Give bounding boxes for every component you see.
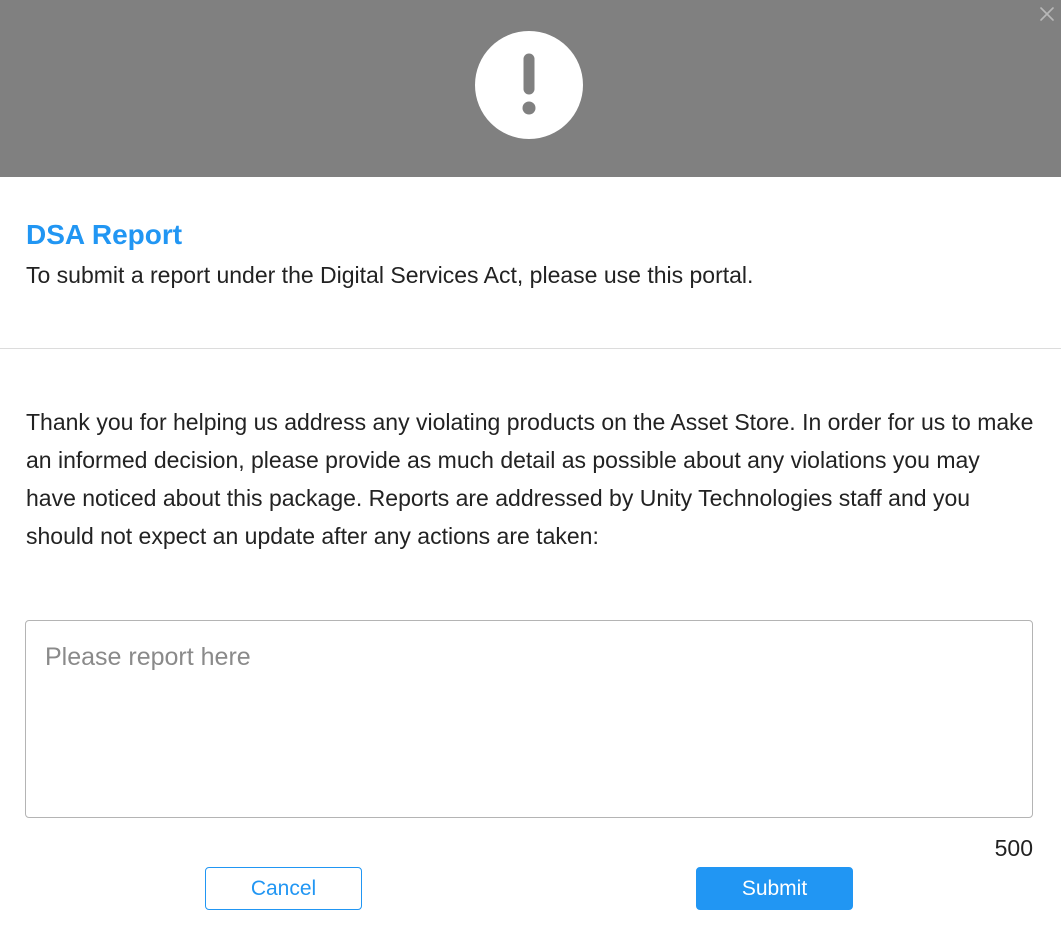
exclamation-icon: [522, 53, 536, 115]
dialog-subtitle: To submit a report under the Digital Ser…: [26, 262, 754, 288]
character-counter: 500: [994, 835, 1033, 861]
close-button[interactable]: [1033, 0, 1061, 28]
alert-badge: [475, 31, 583, 139]
cancel-button[interactable]: Cancel: [205, 867, 362, 910]
dialog-header: [0, 0, 1061, 177]
close-icon: [1040, 7, 1054, 21]
submit-button[interactable]: Submit: [696, 867, 853, 910]
report-instructions: Thank you for helping us address any vio…: [26, 409, 1034, 549]
title-section: DSA Report To submit a report under the …: [0, 177, 1061, 349]
dialog-title: DSA Report: [26, 219, 183, 250]
dsa-report-dialog: DSA Report To submit a report under the …: [0, 0, 1061, 941]
report-textarea[interactable]: [25, 620, 1033, 818]
